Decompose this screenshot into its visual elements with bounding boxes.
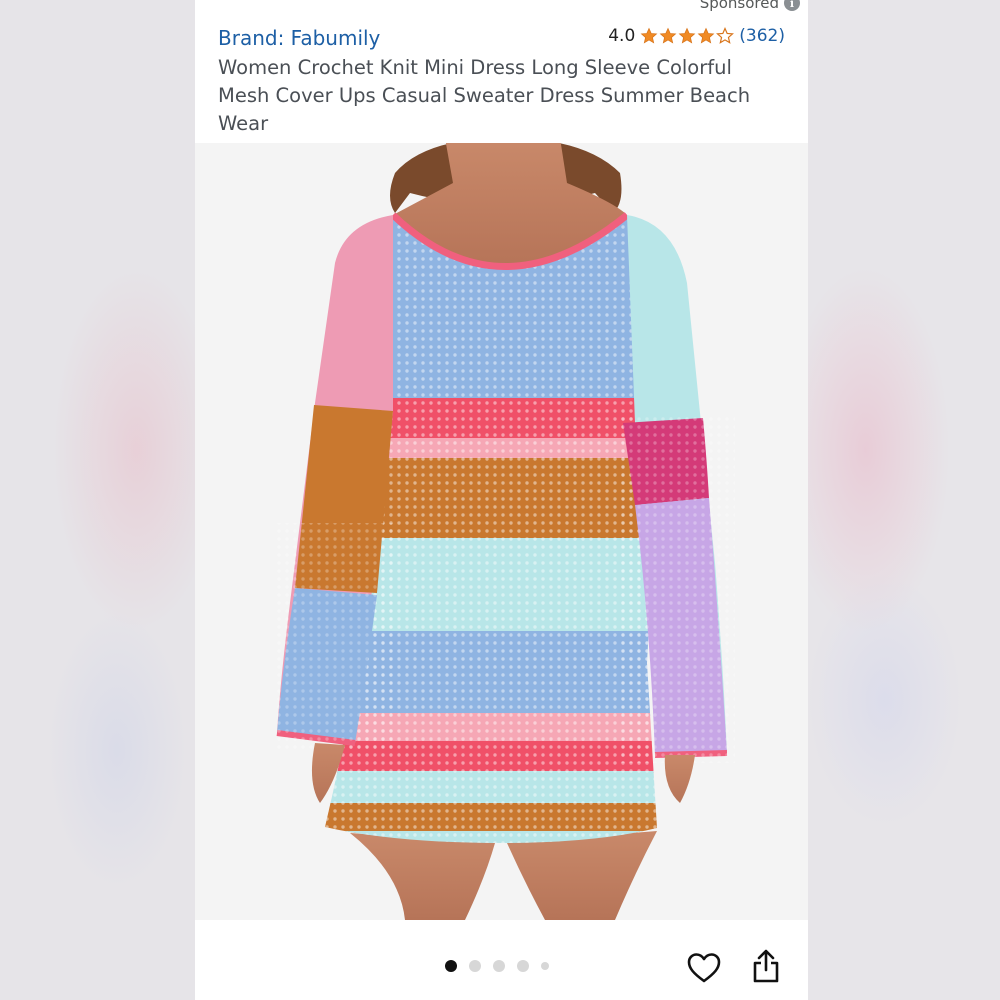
star-empty-icon <box>716 27 735 44</box>
sponsored-label: Sponsored <box>699 0 779 12</box>
carousel-dot-2[interactable] <box>469 960 481 972</box>
image-actions-bar <box>195 920 808 1000</box>
background-blur-left <box>0 0 195 1000</box>
brand-link[interactable]: Brand: Fabumily <box>218 26 380 50</box>
carousel-dot-1[interactable] <box>445 960 457 972</box>
carousel-dot-4[interactable] <box>517 960 529 972</box>
star-full-icon <box>640 27 658 44</box>
review-count-link[interactable]: (362) <box>739 26 785 46</box>
product-title[interactable]: Women Crochet Knit Mini Dress Long Sleev… <box>218 54 778 138</box>
product-image[interactable] <box>195 143 808 920</box>
carousel-dot-3[interactable] <box>493 960 505 972</box>
info-icon[interactable]: i <box>784 0 800 11</box>
star-full-icon <box>697 27 715 44</box>
rating-value: 4.0 <box>608 26 636 46</box>
carousel-indicators[interactable] <box>445 960 549 972</box>
sponsored-label-group[interactable]: Sponsored i <box>700 0 800 12</box>
share-icon[interactable] <box>751 948 781 984</box>
heart-icon[interactable] <box>687 952 721 984</box>
star-full-icon <box>659 27 677 44</box>
star-rating <box>640 27 735 45</box>
background-blur-right <box>808 0 1000 1000</box>
carousel-dot-5[interactable] <box>541 962 549 970</box>
product-photo <box>195 143 808 920</box>
product-card[interactable]: Sponsored i Brand: Fabumily 4.0 (362) Wo… <box>195 0 808 1000</box>
star-full-icon <box>678 27 696 44</box>
rating-summary[interactable]: 4.0 (362) <box>608 26 785 46</box>
